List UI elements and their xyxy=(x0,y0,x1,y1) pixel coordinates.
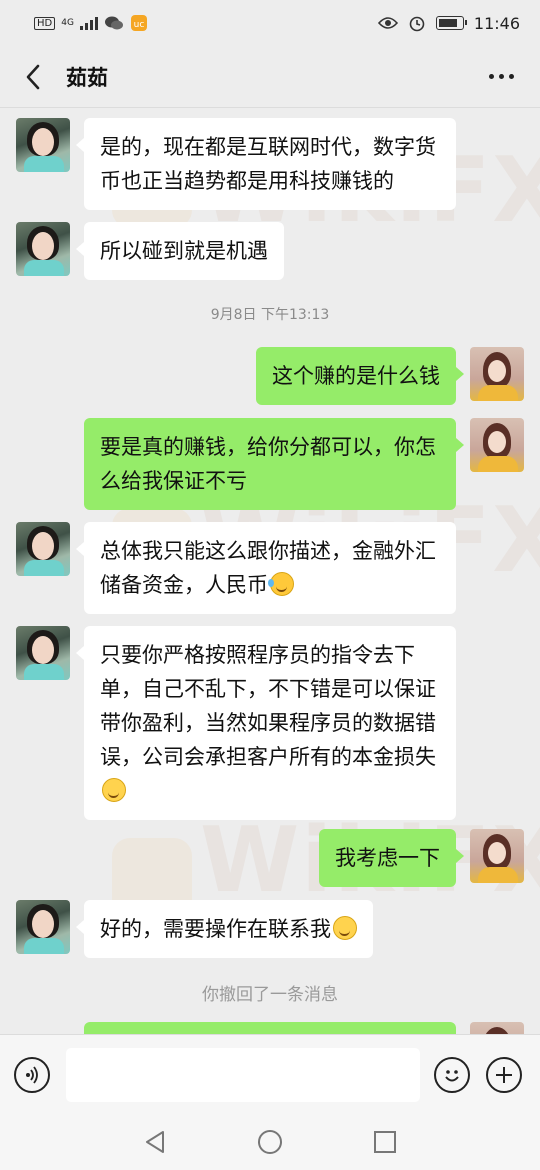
message-text: 总体我只能这么跟你描述，金融外汇储备资金，人民币 xyxy=(100,539,436,597)
my-avatar[interactable] xyxy=(470,347,524,401)
signal-icon xyxy=(79,17,98,30)
outgoing-message-partial[interactable] xyxy=(84,1022,456,1034)
more-functions-button[interactable] xyxy=(486,1056,522,1093)
my-avatar[interactable] xyxy=(470,418,524,472)
more-dot-icon xyxy=(499,74,504,79)
more-dot-icon xyxy=(489,74,494,79)
back-button[interactable] xyxy=(18,62,48,92)
recalled-message-note: 你撤回了一条消息 xyxy=(202,985,338,1005)
nav-recents-icon[interactable] xyxy=(373,1130,397,1154)
message-input[interactable] xyxy=(66,1047,420,1102)
nav-back-icon[interactable] xyxy=(143,1129,167,1155)
message-timestamp: 9月8日 下午13:13 xyxy=(210,307,330,323)
contact-avatar[interactable] xyxy=(16,626,70,680)
incoming-message[interactable]: 好的，需要操作在联系我 xyxy=(76,900,373,958)
status-bar: HD 4G uc 11:46 xyxy=(0,0,540,46)
hd-badge: HD xyxy=(34,16,56,30)
message-text: 好的，需要操作在联系我 xyxy=(100,917,331,941)
more-options-button[interactable] xyxy=(481,66,522,87)
plus-icon xyxy=(496,1066,512,1083)
incoming-message[interactable]: 是的，现在都是互联网时代，数字货币也正当趋势都是用科技赚钱的 xyxy=(76,118,456,210)
nav-home-icon[interactable] xyxy=(257,1129,283,1155)
emoji-icon xyxy=(445,1069,459,1081)
clock: 11:46 xyxy=(473,13,520,33)
contact-name: 茹茹 xyxy=(66,65,108,90)
outgoing-message[interactable]: 要是真的赚钱，给你分都可以，你怎么给我保证不亏 xyxy=(84,418,464,510)
eye-icon xyxy=(377,17,398,29)
input-bar xyxy=(0,1034,540,1114)
battery-icon xyxy=(435,16,467,30)
voice-button[interactable] xyxy=(14,1056,50,1093)
wechat-icon xyxy=(104,16,123,30)
voice-icon xyxy=(26,1065,38,1084)
svg-text:uc: uc xyxy=(134,20,145,30)
emoji-button[interactable] xyxy=(434,1056,470,1093)
alarm-icon xyxy=(409,16,425,32)
my-avatar[interactable] xyxy=(470,829,524,883)
contact-avatar[interactable] xyxy=(16,222,70,276)
incoming-message[interactable]: 总体我只能这么跟你描述，金融外汇储备资金，人民币 xyxy=(76,522,456,614)
my-avatar[interactable] xyxy=(470,1022,524,1034)
outgoing-message[interactable]: 我考虑一下 xyxy=(319,829,464,887)
system-navigation-bar xyxy=(0,1114,540,1170)
app-notification-icon: uc xyxy=(130,15,147,31)
smile-emoji-icon xyxy=(333,916,357,940)
chat-header: 茹茹 xyxy=(0,46,540,108)
contact-avatar[interactable] xyxy=(16,118,70,172)
smile-emoji-icon xyxy=(102,778,126,802)
incoming-message[interactable]: 所以碰到就是机遇 xyxy=(76,222,284,280)
chevron-left-icon xyxy=(26,64,40,89)
network-type: 4G xyxy=(61,18,74,28)
message-text: 只要你严格按照程序员的指令去下单，自己不乱下，不下错是可以保证带你盈利，当然如果… xyxy=(100,643,436,769)
contact-avatar[interactable] xyxy=(16,522,70,576)
more-dot-icon xyxy=(509,74,514,79)
contact-avatar[interactable] xyxy=(16,900,70,954)
message-list[interactable]: WikiFX WikiFX WikiFX 是的，现在都是互联网时代，数字货币也正… xyxy=(0,108,540,1034)
laugh-cry-emoji-icon xyxy=(268,572,294,596)
incoming-message[interactable]: 只要你严格按照程序员的指令去下单，自己不乱下，不下错是可以保证带你盈利，当然如果… xyxy=(76,626,456,820)
outgoing-message[interactable]: 这个赚的是什么钱 xyxy=(256,347,464,405)
